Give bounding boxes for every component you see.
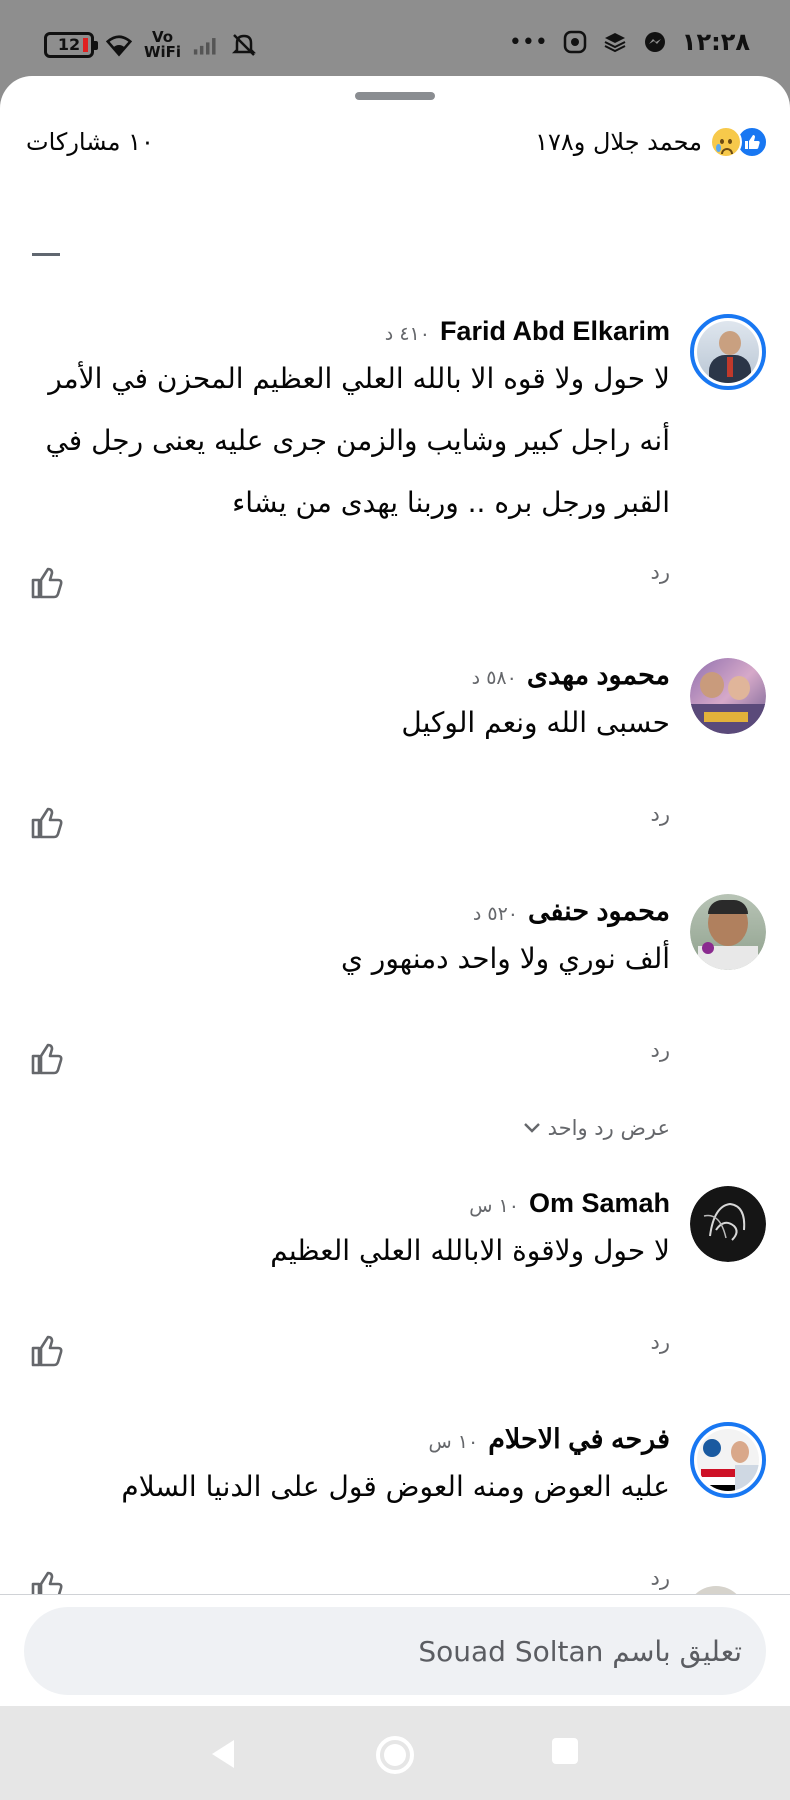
view-replies-label: عرض رد واحد (547, 1116, 670, 1140)
wifi-icon (106, 32, 132, 58)
chevron-down-icon (522, 1116, 542, 1140)
like-icon[interactable] (30, 566, 66, 600)
comment-time: ٤١٠ د (384, 323, 430, 345)
like-icon[interactable] (30, 1570, 66, 1594)
like-icon[interactable] (30, 1042, 66, 1076)
sheet-header: محمد جلال و١٧٨ ١٠ مشاركات (0, 116, 790, 176)
comment-author[interactable]: Farid Abd Elkarim (440, 316, 670, 347)
status-bar: 12 Vo WiFi ••• ١٢:٢٨ (0, 0, 790, 80)
reply-button[interactable]: رد (651, 1566, 671, 1590)
comment-text: عليه العوض ومنه العوض قول على الدنيا الس… (121, 1470, 670, 1503)
status-right: ••• ١٢:٢٨ (509, 28, 750, 56)
comment-text: لا حول ولا قوه الا بالله العلي العظيم ال… (45, 362, 670, 519)
layers-icon (602, 29, 628, 55)
clock: ١٢:٢٨ (681, 28, 750, 56)
messenger-icon (642, 29, 668, 55)
comment-text: حسبى الله ونعم الوكيل (401, 706, 670, 739)
navigation-bar (0, 1706, 790, 1800)
comment-time: ١٠ س (469, 1195, 519, 1217)
comment-text: لا حول ولاقوة الابالله العلي العظيم (270, 1234, 670, 1267)
like-icon[interactable] (32, 246, 60, 256)
comment-author[interactable]: محمود مهدى (527, 660, 670, 691)
comment-author[interactable]: Om Samah (529, 1188, 670, 1219)
comments-sheet: محمد جلال و١٧٨ ١٠ مشاركات Farid Abd Elka… (0, 76, 790, 1706)
like-icon[interactable] (30, 1334, 66, 1368)
avatar[interactable] (690, 658, 766, 734)
avatar[interactable] (690, 894, 766, 970)
comment-author[interactable]: محمود حنفى (528, 896, 670, 927)
reaction-summary-text: محمد جلال و١٧٨ (535, 128, 702, 156)
avatar[interactable] (686, 1586, 746, 1594)
comment-time: ٥٢٠ د (472, 903, 519, 925)
battery-level: 12 (57, 35, 81, 54)
view-replies-button[interactable]: عرض رد واحد (522, 1116, 670, 1140)
comment-input[interactable] (42, 1607, 742, 1695)
recents-icon[interactable] (548, 1734, 588, 1774)
comment-time: ١٠ س (428, 1431, 479, 1453)
reply-button[interactable]: رد (651, 560, 671, 584)
comments-list: Farid Abd Elkarim ٤١٠ د لا حول ولا قوه ا… (0, 176, 790, 1594)
reply-button[interactable]: رد (651, 1038, 671, 1062)
shares-count[interactable]: ١٠ مشاركات (26, 128, 154, 156)
shield-app-icon (562, 29, 588, 55)
battery-icon: 12 (44, 32, 98, 58)
back-icon[interactable] (204, 1734, 244, 1774)
comment-composer (0, 1594, 790, 1706)
comment-text: ألف نوري ولا واحد دمنهور ي (340, 942, 670, 975)
avatar[interactable] (690, 314, 766, 390)
vowifi-icon: Vo WiFi (144, 28, 182, 61)
avatar[interactable] (690, 1186, 766, 1262)
home-icon[interactable] (374, 1734, 414, 1774)
comment-input-container[interactable] (24, 1607, 766, 1695)
reactions-summary[interactable]: محمد جلال و١٧٨ (535, 126, 768, 158)
avatar[interactable] (690, 1422, 766, 1498)
reply-button[interactable]: رد (651, 802, 671, 826)
mute-icon (231, 32, 257, 58)
drag-handle[interactable] (355, 92, 435, 100)
status-left: 12 Vo WiFi (44, 30, 257, 60)
more-icon: ••• (508, 29, 548, 55)
like-icon[interactable] (30, 806, 66, 840)
signal-icon (193, 32, 219, 58)
sad-icon (710, 126, 742, 158)
comment-time: ٥٨٠ د (471, 667, 517, 689)
comment-author[interactable]: فرحه في الاحلام (488, 1424, 670, 1455)
reply-button[interactable]: رد (651, 1330, 671, 1354)
